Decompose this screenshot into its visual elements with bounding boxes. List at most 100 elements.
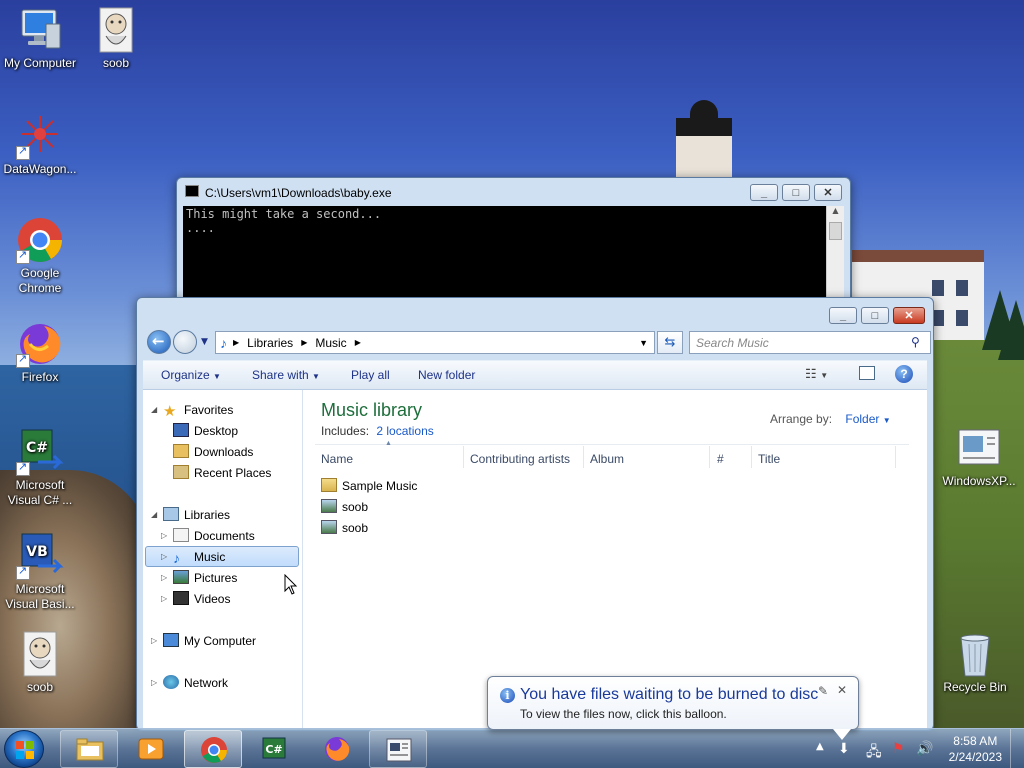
column-divider[interactable] — [751, 446, 752, 468]
desktop-icon-visual-csharp[interactable]: C# Microsoft Visual C# ... — [0, 428, 80, 508]
desktop-icon-datawagon[interactable]: DataWagon... — [0, 112, 80, 177]
column-contributing-artists[interactable]: Contributing artists — [470, 452, 570, 466]
collapse-arrow-icon[interactable]: ▷ — [161, 589, 167, 609]
nav-libraries[interactable]: ◢ Libraries — [151, 505, 230, 525]
locations-link[interactable]: 2 locations — [376, 424, 433, 438]
taskbar-firefox-button[interactable] — [308, 730, 366, 768]
view-options-button[interactable]: ☷ ▼ — [805, 366, 828, 382]
column-album[interactable]: Album — [590, 452, 624, 466]
expand-arrow-icon[interactable]: ◢ — [151, 505, 157, 525]
search-icon[interactable]: ⚲ — [911, 335, 920, 349]
console-output[interactable]: This might take a second... .... — [183, 206, 826, 311]
breadcrumb-separator[interactable]: ▶ — [301, 338, 307, 347]
console-titlebar[interactable]: C:\Users\vm1\Downloads\baby.exe _ □ ✕ — [177, 178, 850, 206]
breadcrumb-separator[interactable]: ▶ — [355, 338, 361, 347]
list-item[interactable]: soob — [321, 497, 368, 517]
burn-disc-tray-icon[interactable]: ⬇ — [838, 741, 850, 757]
console-scrollbar[interactable]: ▲ — [826, 206, 844, 311]
desktop-icon-google-chrome[interactable]: Google Chrome — [0, 216, 80, 296]
visual-csharp-icon: C# — [16, 428, 64, 476]
balloon-settings-icon[interactable]: ✎ — [818, 684, 828, 698]
refresh-button[interactable]: ⇆ — [657, 331, 683, 354]
collapse-arrow-icon[interactable]: ▷ — [151, 673, 157, 693]
back-button[interactable]: ← — [147, 330, 171, 354]
column-divider[interactable] — [463, 446, 464, 468]
start-button[interactable] — [4, 730, 44, 768]
breadcrumb-libraries[interactable]: Libraries — [247, 336, 293, 350]
nav-videos[interactable]: ▷ Videos — [161, 589, 230, 609]
organize-button[interactable]: Organize ▼ — [161, 368, 221, 382]
console-window[interactable]: C:\Users\vm1\Downloads\baby.exe _ □ ✕ Th… — [176, 177, 851, 312]
taskbar-visual-csharp-button[interactable]: C# — [246, 730, 304, 768]
desktop-icon-recycle-bin[interactable]: Recycle Bin — [936, 630, 1014, 695]
desktop-icon-label: WindowsXP... — [942, 474, 1016, 488]
nav-favorites[interactable]: ◢ ★ Favorites — [151, 400, 233, 420]
column-title[interactable]: Title — [758, 452, 780, 466]
collapse-arrow-icon[interactable]: ▷ — [161, 547, 167, 567]
nav-recent-places[interactable]: Recent Places — [173, 463, 271, 483]
list-item[interactable]: Sample Music — [321, 476, 417, 496]
nav-my-computer[interactable]: ▷ My Computer — [151, 631, 256, 651]
play-all-button[interactable]: Play all — [351, 368, 390, 382]
navigation-pane[interactable]: ◢ ★ Favorites Desktop Downloads Recent Pla… — [143, 390, 303, 730]
scroll-thumb[interactable] — [829, 222, 842, 240]
nav-desktop[interactable]: Desktop — [173, 421, 238, 441]
notification-balloon[interactable]: i You have files waiting to be burned to… — [487, 676, 859, 730]
collapse-arrow-icon[interactable]: ▷ — [161, 526, 167, 546]
column-divider[interactable] — [895, 446, 896, 468]
close-button[interactable]: ✕ — [814, 184, 842, 201]
help-button[interactable]: ? — [895, 365, 913, 383]
show-hidden-icons-button[interactable]: ▲ — [816, 741, 824, 752]
scroll-up-arrow[interactable]: ▲ — [827, 206, 844, 215]
balloon-text: To view the files now, click this balloo… — [520, 707, 727, 721]
nav-music[interactable]: ▷ ♪ Music — [161, 547, 225, 567]
share-with-button[interactable]: Share with ▼ — [252, 368, 320, 382]
recent-pages-chevron-icon[interactable]: ▼ — [201, 337, 208, 347]
address-bar[interactable]: ♪ ▶ Libraries ▶ Music ▶ ▼ — [215, 331, 655, 354]
maximize-button[interactable]: □ — [782, 184, 810, 201]
column-divider[interactable] — [583, 446, 584, 468]
explorer-titlebar[interactable]: _ □ ✕ — [137, 298, 933, 326]
close-button[interactable]: ✕ — [893, 307, 925, 324]
taskbar-explorer-button[interactable] — [60, 730, 118, 768]
desktop-icon-visual-basic[interactable]: VB Microsoft Visual Basi... — [0, 532, 80, 612]
forward-button[interactable] — [173, 330, 197, 354]
column-name[interactable]: Name — [321, 452, 353, 466]
show-desktop-button[interactable] — [1010, 729, 1024, 768]
taskbar-console-button[interactable] — [369, 730, 427, 768]
explorer-window[interactable]: _ □ ✕ ← ▼ ♪ ▶ Libraries ▶ Music ▶ ▼ ⇆ Se… — [136, 297, 934, 731]
nav-downloads[interactable]: Downloads — [173, 442, 253, 462]
new-folder-button[interactable]: New folder — [418, 368, 475, 382]
nav-documents[interactable]: ▷ Documents — [161, 526, 255, 546]
arrange-by-dropdown[interactable]: Folder ▼ — [845, 412, 890, 426]
taskbar-chrome-button[interactable] — [184, 730, 242, 768]
search-input[interactable]: Search Music — [689, 331, 931, 354]
expand-arrow-icon[interactable]: ◢ — [151, 400, 157, 420]
breadcrumb-music[interactable]: Music — [315, 336, 346, 350]
desktop-icon-soob-2[interactable]: soob — [0, 630, 80, 695]
column-divider[interactable] — [709, 446, 710, 468]
network-tray-icon[interactable]: 🖧 — [866, 741, 882, 765]
minimize-button[interactable]: _ — [750, 184, 778, 201]
nav-network[interactable]: ▷ Network — [151, 673, 228, 693]
clock[interactable]: 8:58 AM 2/24/2023 — [949, 733, 1002, 765]
collapse-arrow-icon[interactable]: ▷ — [151, 631, 157, 651]
desktop-icon-windowsxp[interactable]: WindowsXP... — [936, 424, 1022, 489]
column-track-number[interactable]: # — [717, 452, 724, 466]
desktop-icon-firefox[interactable]: Firefox — [0, 320, 80, 385]
balloon-close-button[interactable]: ✕ — [837, 683, 847, 697]
desktop-icon-my-computer[interactable]: My Computer — [0, 6, 80, 71]
breadcrumb-separator[interactable]: ▶ — [233, 338, 239, 347]
list-item[interactable]: soob — [321, 518, 368, 538]
minimize-button[interactable]: _ — [829, 307, 857, 324]
taskbar-media-player-button[interactable] — [122, 730, 180, 768]
image-file-icon — [321, 520, 337, 534]
volume-tray-icon[interactable]: 🔊 — [916, 741, 933, 757]
maximize-button[interactable]: □ — [861, 307, 889, 324]
collapse-arrow-icon[interactable]: ▷ — [161, 568, 167, 588]
nav-pictures[interactable]: ▷ Pictures — [161, 568, 237, 588]
address-dropdown-icon[interactable]: ▼ — [639, 338, 648, 348]
action-center-tray-icon[interactable]: ⚑ — [892, 741, 905, 757]
preview-pane-button[interactable] — [859, 366, 875, 380]
desktop-icon-soob[interactable]: soob — [76, 6, 156, 71]
